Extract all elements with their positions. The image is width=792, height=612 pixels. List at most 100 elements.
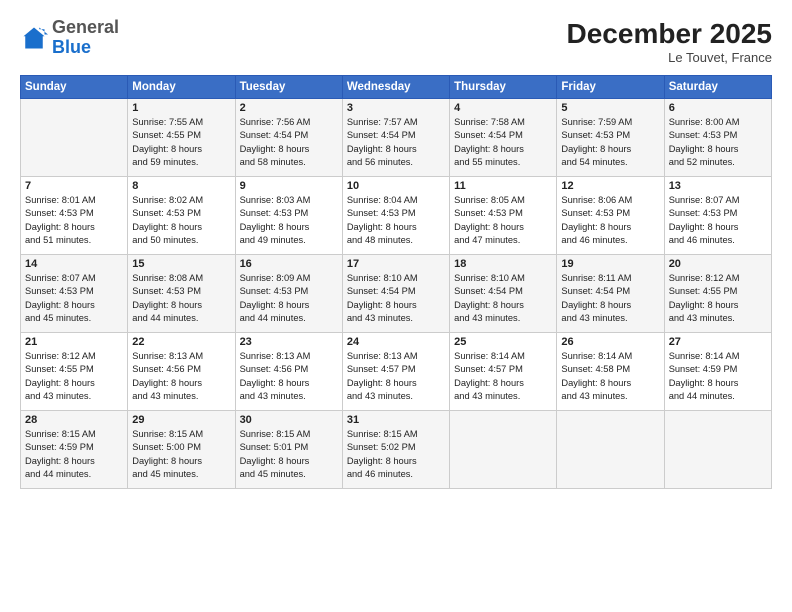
- header-day: Thursday: [450, 76, 557, 99]
- day-number: 31: [347, 414, 445, 426]
- calendar-week-row: 21Sunrise: 8:12 AMSunset: 4:55 PMDayligh…: [21, 333, 772, 411]
- calendar-week-row: 28 Sunrise: 8:15 AMSunset: 4:59 PMDayligh…: [21, 411, 772, 489]
- day-info: Sunrise: 8:08 AMSunset: 4:53 PMDaylight:…: [132, 272, 230, 326]
- month-title: December 2025: [567, 18, 772, 50]
- day-info: Sunrise: 8:00 AMSunset: 4:53 PMDaylight:…: [669, 116, 767, 170]
- day-number: 20: [669, 258, 767, 270]
- header: General Blue December 2025 Le Touvet, Fr…: [20, 18, 772, 65]
- calendar-cell: 16 Sunrise: 8:09 AMSunset: 4:53 PMDayligh…: [235, 255, 342, 333]
- day-info: Sunrise: 7:59 AMSunset: 4:53 PMDaylight:…: [561, 116, 659, 170]
- header-day: Friday: [557, 76, 664, 99]
- title-block: December 2025 Le Touvet, France: [567, 18, 772, 65]
- day-info: Sunrise: 8:12 AMSunset: 4:55 PMDaylight:…: [669, 272, 767, 326]
- header-row: SundayMondayTuesdayWednesdayThursdayFrid…: [21, 76, 772, 99]
- calendar-cell: 8 Sunrise: 8:02 AMSunset: 4:53 PMDaylight…: [128, 177, 235, 255]
- day-info: Sunrise: 8:13 AMSunset: 4:56 PMDaylight:…: [132, 350, 230, 404]
- day-info: Sunrise: 8:12 AMSunset: 4:55 PMDaylight:…: [25, 350, 123, 404]
- day-number: 7: [25, 180, 123, 192]
- day-info: Sunrise: 8:13 AMSunset: 4:56 PMDaylight:…: [240, 350, 338, 404]
- calendar-cell: [450, 411, 557, 489]
- day-number: 4: [454, 102, 552, 114]
- day-number: 26: [561, 336, 659, 348]
- logo-general-text: General: [52, 17, 119, 37]
- day-number: 15: [132, 258, 230, 270]
- day-info: Sunrise: 8:02 AMSunset: 4:53 PMDaylight:…: [132, 194, 230, 248]
- day-info: Sunrise: 8:13 AMSunset: 4:57 PMDaylight:…: [347, 350, 445, 404]
- day-number: 8: [132, 180, 230, 192]
- calendar-table: SundayMondayTuesdayWednesdayThursdayFrid…: [20, 75, 772, 489]
- logo-icon: [20, 24, 48, 52]
- calendar-cell: 5 Sunrise: 7:59 AMSunset: 4:53 PMDaylight…: [557, 99, 664, 177]
- calendar-header: SundayMondayTuesdayWednesdayThursdayFrid…: [21, 76, 772, 99]
- day-number: 27: [669, 336, 767, 348]
- day-info: Sunrise: 8:09 AMSunset: 4:53 PMDaylight:…: [240, 272, 338, 326]
- calendar-body: 1 Sunrise: 7:55 AMSunset: 4:55 PMDaylight…: [21, 99, 772, 489]
- day-info: Sunrise: 8:06 AMSunset: 4:53 PMDaylight:…: [561, 194, 659, 248]
- calendar-cell: 19 Sunrise: 8:11 AMSunset: 4:54 PMDayligh…: [557, 255, 664, 333]
- calendar-week-row: 1 Sunrise: 7:55 AMSunset: 4:55 PMDaylight…: [21, 99, 772, 177]
- calendar-cell: 2 Sunrise: 7:56 AMSunset: 4:54 PMDaylight…: [235, 99, 342, 177]
- day-info: Sunrise: 7:56 AMSunset: 4:54 PMDaylight:…: [240, 116, 338, 170]
- calendar-week-row: 7 Sunrise: 8:01 AMSunset: 4:53 PMDaylight…: [21, 177, 772, 255]
- day-number: 22: [132, 336, 230, 348]
- calendar-cell: 18Sunrise: 8:10 AMSunset: 4:54 PMDayligh…: [450, 255, 557, 333]
- day-info: Sunrise: 8:01 AMSunset: 4:53 PMDaylight:…: [25, 194, 123, 248]
- day-number: 24: [347, 336, 445, 348]
- calendar-cell: 29 Sunrise: 8:15 AMSunset: 5:00 PMDayligh…: [128, 411, 235, 489]
- calendar-cell: 21Sunrise: 8:12 AMSunset: 4:55 PMDayligh…: [21, 333, 128, 411]
- calendar-cell: 7 Sunrise: 8:01 AMSunset: 4:53 PMDaylight…: [21, 177, 128, 255]
- calendar-cell: 9 Sunrise: 8:03 AMSunset: 4:53 PMDaylight…: [235, 177, 342, 255]
- day-number: 10: [347, 180, 445, 192]
- day-number: 19: [561, 258, 659, 270]
- calendar-cell: 15 Sunrise: 8:08 AMSunset: 4:53 PMDayligh…: [128, 255, 235, 333]
- day-info: Sunrise: 8:15 AMSunset: 4:59 PMDaylight:…: [25, 428, 123, 482]
- day-number: 29: [132, 414, 230, 426]
- calendar-cell: 20 Sunrise: 8:12 AMSunset: 4:55 PMDayligh…: [664, 255, 771, 333]
- header-day: Tuesday: [235, 76, 342, 99]
- calendar-cell: 4 Sunrise: 7:58 AMSunset: 4:54 PMDaylight…: [450, 99, 557, 177]
- day-info: Sunrise: 8:15 AMSunset: 5:00 PMDaylight:…: [132, 428, 230, 482]
- day-info: Sunrise: 8:03 AMSunset: 4:53 PMDaylight:…: [240, 194, 338, 248]
- calendar-cell: 22 Sunrise: 8:13 AMSunset: 4:56 PMDayligh…: [128, 333, 235, 411]
- calendar-cell: 11Sunrise: 8:05 AMSunset: 4:53 PMDayligh…: [450, 177, 557, 255]
- day-info: Sunrise: 7:58 AMSunset: 4:54 PMDaylight:…: [454, 116, 552, 170]
- day-info: Sunrise: 7:55 AMSunset: 4:55 PMDaylight:…: [132, 116, 230, 170]
- day-info: Sunrise: 8:10 AMSunset: 4:54 PMDaylight:…: [347, 272, 445, 326]
- day-info: Sunrise: 8:05 AMSunset: 4:53 PMDaylight:…: [454, 194, 552, 248]
- day-info: Sunrise: 8:14 AMSunset: 4:59 PMDaylight:…: [669, 350, 767, 404]
- day-number: 14: [25, 258, 123, 270]
- calendar-cell: 31 Sunrise: 8:15 AMSunset: 5:02 PMDayligh…: [342, 411, 449, 489]
- header-day: Monday: [128, 76, 235, 99]
- day-info: Sunrise: 8:15 AMSunset: 5:02 PMDaylight:…: [347, 428, 445, 482]
- calendar-cell: 1 Sunrise: 7:55 AMSunset: 4:55 PMDaylight…: [128, 99, 235, 177]
- day-number: 16: [240, 258, 338, 270]
- page: General Blue December 2025 Le Touvet, Fr…: [0, 0, 792, 612]
- calendar-cell: [21, 99, 128, 177]
- day-number: 23: [240, 336, 338, 348]
- calendar-cell: 27 Sunrise: 8:14 AMSunset: 4:59 PMDayligh…: [664, 333, 771, 411]
- calendar-cell: 13 Sunrise: 8:07 AMSunset: 4:53 PMDayligh…: [664, 177, 771, 255]
- day-number: 18: [454, 258, 552, 270]
- day-number: 13: [669, 180, 767, 192]
- day-info: Sunrise: 8:07 AMSunset: 4:53 PMDaylight:…: [25, 272, 123, 326]
- calendar-cell: 24 Sunrise: 8:13 AMSunset: 4:57 PMDayligh…: [342, 333, 449, 411]
- day-number: 3: [347, 102, 445, 114]
- calendar-cell: 17Sunrise: 8:10 AMSunset: 4:54 PMDayligh…: [342, 255, 449, 333]
- day-info: Sunrise: 8:11 AMSunset: 4:54 PMDaylight:…: [561, 272, 659, 326]
- calendar-cell: 14 Sunrise: 8:07 AMSunset: 4:53 PMDayligh…: [21, 255, 128, 333]
- day-info: Sunrise: 8:04 AMSunset: 4:53 PMDaylight:…: [347, 194, 445, 248]
- day-number: 9: [240, 180, 338, 192]
- header-day: Saturday: [664, 76, 771, 99]
- day-number: 6: [669, 102, 767, 114]
- day-info: Sunrise: 8:07 AMSunset: 4:53 PMDaylight:…: [669, 194, 767, 248]
- day-number: 2: [240, 102, 338, 114]
- day-number: 1: [132, 102, 230, 114]
- day-number: 25: [454, 336, 552, 348]
- day-number: 5: [561, 102, 659, 114]
- calendar-cell: 12Sunrise: 8:06 AMSunset: 4:53 PMDayligh…: [557, 177, 664, 255]
- header-day: Wednesday: [342, 76, 449, 99]
- calendar-week-row: 14 Sunrise: 8:07 AMSunset: 4:53 PMDayligh…: [21, 255, 772, 333]
- day-number: 30: [240, 414, 338, 426]
- calendar-cell: [557, 411, 664, 489]
- day-number: 28: [25, 414, 123, 426]
